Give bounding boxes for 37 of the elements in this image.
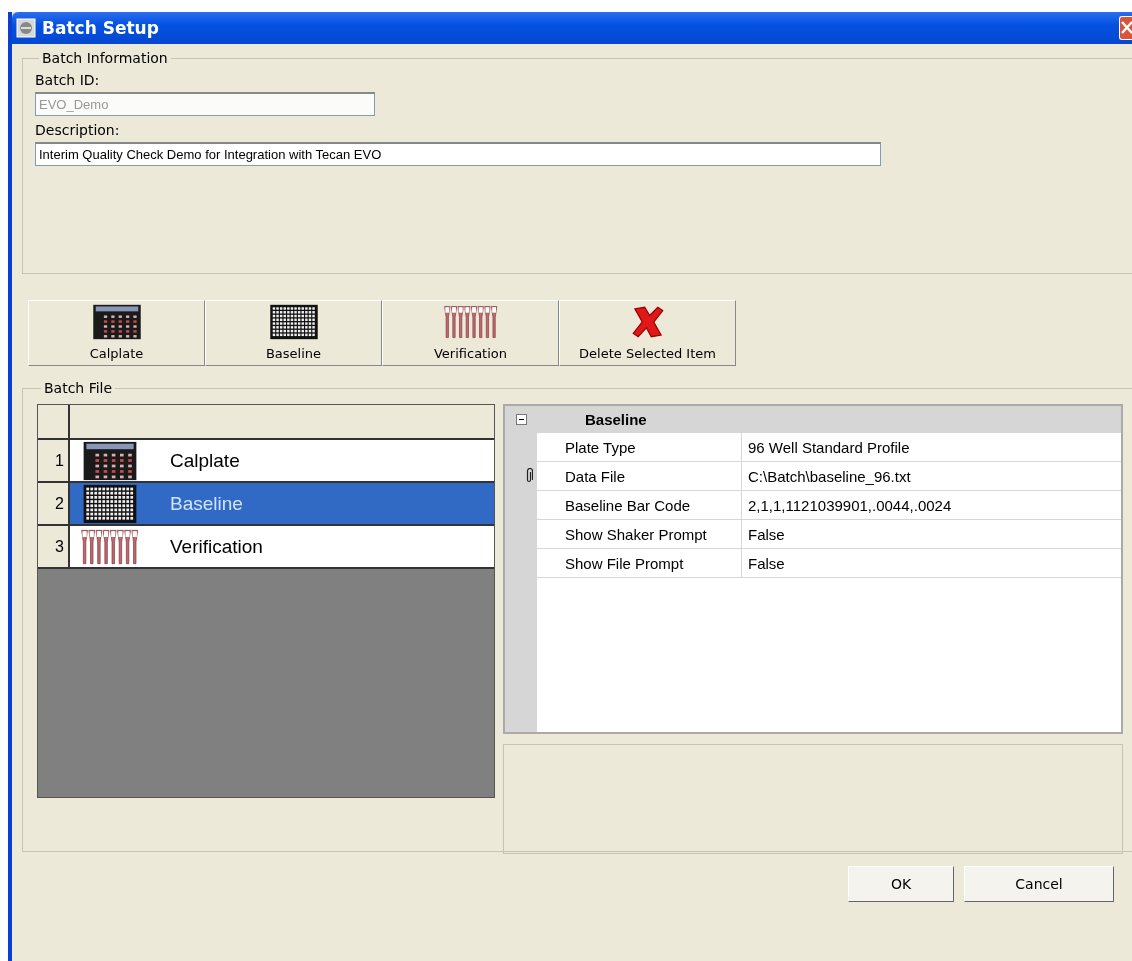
close-button[interactable] (1119, 16, 1132, 40)
row-number: 3 (38, 526, 70, 567)
property-name[interactable]: Show Shaker Prompt (537, 520, 742, 548)
window-title: Batch Setup (42, 18, 159, 38)
property-name[interactable]: Show File Prompt (537, 549, 742, 577)
toolbar-button[interactable]: Verification (382, 300, 559, 366)
property-value[interactable]: 2,1,1,1121039901,.0044,.0024 (742, 491, 952, 519)
tubes-icon (442, 304, 499, 340)
property-value[interactable]: C:\Batch\baseline_96.txt (742, 462, 911, 490)
property-value[interactable]: 96 Well Standard Profile (742, 433, 910, 461)
item-label: Verification (170, 535, 263, 558)
batch-item-row[interactable]: 2 Baseline (38, 483, 494, 526)
property-value[interactable]: False (742, 549, 785, 577)
batch-item-row[interactable]: 3 Verification (38, 526, 494, 569)
group-title: Batch Information (41, 50, 169, 66)
field-label: Batch ID: (35, 72, 101, 88)
property-name[interactable]: Baseline Bar Code (537, 491, 742, 519)
row-number: 2 (38, 483, 70, 524)
dialog-button[interactable]: OK (848, 866, 954, 902)
row-number: 1 (38, 440, 70, 481)
description-field[interactable]: Interim Quality Check Demo for Integration with Tecan EVO (35, 142, 881, 166)
property-name[interactable]: Plate Type (537, 433, 742, 461)
paperclip-icon (525, 468, 533, 484)
collapse-icon[interactable] (515, 414, 527, 425)
toolbar-button[interactable]: Delete Selected Item (559, 300, 736, 366)
item-label: Calplate (170, 449, 240, 472)
category-label: Baseline (584, 410, 647, 430)
item-label: Baseline (170, 492, 243, 515)
group-title: Batch File (43, 380, 114, 396)
app-icon (16, 18, 36, 38)
property-value[interactable]: False (742, 520, 785, 548)
property-name[interactable]: Data File (537, 462, 742, 490)
toolbar-button[interactable]: Calplate (28, 300, 205, 366)
dialog-button[interactable]: Cancel (964, 866, 1114, 902)
toolbar-button[interactable]: Baseline (205, 300, 382, 366)
field-label: Description: (35, 122, 121, 138)
batch-item-row[interactable]: 1 Calplate (38, 440, 494, 483)
